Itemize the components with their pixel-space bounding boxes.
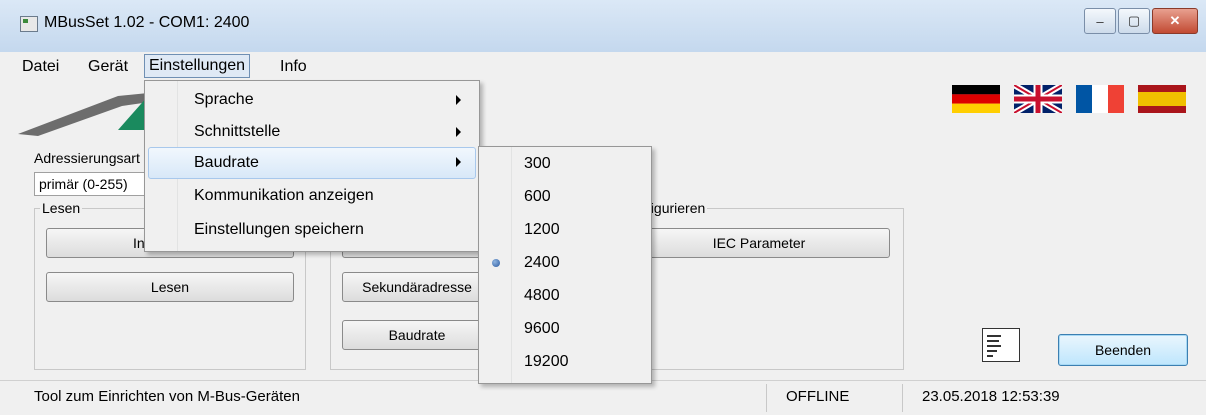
window-title: MBusSet 1.02 - COM1: 2400	[44, 14, 250, 31]
window-controls: – ▢ ✕	[1082, 8, 1198, 34]
einstellungen-menu: Sprache Schnittstelle Baudrate Kommunika…	[144, 80, 480, 252]
status-datetime: 23.05.2018 12:53:39	[922, 388, 1060, 405]
baudrate-option[interactable]: 300	[482, 149, 646, 179]
minimize-button[interactable]: –	[1084, 8, 1116, 34]
addressing-label: Adressierungsart	[34, 150, 140, 166]
maximize-button[interactable]: ▢	[1118, 8, 1150, 34]
baudrate-option-label: 19200	[524, 353, 569, 370]
menu-item-label: Baudrate	[194, 154, 259, 171]
status-separator	[902, 384, 903, 412]
iec-parameter-button[interactable]: IEC Parameter	[628, 228, 890, 258]
lesen-button[interactable]: Lesen	[46, 272, 294, 302]
menu-einstellungen[interactable]: Einstellungen	[144, 54, 251, 78]
baudrate-option-label: 600	[524, 188, 551, 205]
uk-flag-icon[interactable]	[1014, 85, 1062, 113]
submenu-arrow-icon	[456, 157, 461, 167]
menu-info[interactable]: Info	[276, 56, 311, 78]
addressing-select[interactable]: primär (0-255)	[34, 172, 160, 196]
title-bar[interactable]: MBusSet 1.02 - COM1: 2400 – ▢ ✕	[0, 0, 1206, 53]
radio-selected-icon	[492, 259, 500, 267]
status-separator	[766, 384, 767, 412]
menu-item-label: Einstellungen speichern	[194, 221, 364, 238]
menu-item-schnittstelle[interactable]: Schnittstelle	[148, 117, 474, 147]
menu-item-label: Kommunikation anzeigen	[194, 187, 374, 204]
baudrate-option[interactable]: 19200	[482, 347, 646, 377]
baudrate-option[interactable]: 4800	[482, 281, 646, 311]
baudrate-option[interactable]: 1200	[482, 215, 646, 245]
submenu-arrow-icon	[456, 95, 461, 105]
submenu-arrow-icon	[456, 127, 461, 137]
menu-item-label: Sprache	[194, 91, 254, 108]
spanish-flag-icon[interactable]	[1138, 85, 1186, 113]
language-flags	[938, 85, 1186, 113]
baudrate-option-label: 9600	[524, 320, 560, 337]
german-flag-icon[interactable]	[952, 85, 1000, 113]
menu-item-kommunikation[interactable]: Kommunikation anzeigen	[148, 181, 474, 211]
menu-item-speichern[interactable]: Einstellungen speichern	[148, 215, 474, 245]
menu-geraet[interactable]: Gerät	[84, 56, 132, 78]
status-description: Tool zum Einrichten von M-Bus-Geräten	[34, 388, 300, 405]
baudrate-menu: 300 600 1200 2400 4800 9600 19200	[478, 146, 652, 384]
lesen-group-title: Lesen	[40, 200, 83, 216]
menu-bar: Datei Gerät Einstellungen Info	[0, 52, 1206, 78]
status-bar: Tool zum Einrichten von M-Bus-Geräten OF…	[0, 380, 1206, 415]
menu-datei[interactable]: Datei	[18, 56, 63, 78]
app-window: MBusSet 1.02 - COM1: 2400 – ▢ ✕ Datei Ge…	[0, 0, 1206, 415]
baudrate-button[interactable]: Baudrate	[342, 320, 492, 350]
french-flag-icon[interactable]	[1076, 85, 1124, 113]
baudrate-option-label: 1200	[524, 221, 560, 238]
baudrate-option-label: 4800	[524, 287, 560, 304]
baudrate-option[interactable]: 600	[482, 182, 646, 212]
beenden-button[interactable]: Beenden	[1058, 334, 1188, 366]
status-connection: OFFLINE	[786, 388, 850, 405]
baudrate-option-label: 2400	[524, 254, 560, 271]
baudrate-option[interactable]: 9600	[482, 314, 646, 344]
baudrate-option-selected[interactable]: 2400	[482, 248, 646, 278]
baudrate-option-label: 300	[524, 155, 551, 172]
menu-item-baudrate[interactable]: Baudrate	[148, 147, 476, 179]
menu-item-sprache[interactable]: Sprache	[148, 85, 474, 115]
sekundaeradresse-button[interactable]: Sekundäradresse	[342, 272, 492, 302]
log-icon[interactable]	[982, 328, 1020, 362]
menu-item-label: Schnittstelle	[194, 123, 281, 140]
close-button[interactable]: ✕	[1152, 8, 1198, 34]
app-icon[interactable]	[20, 16, 38, 32]
